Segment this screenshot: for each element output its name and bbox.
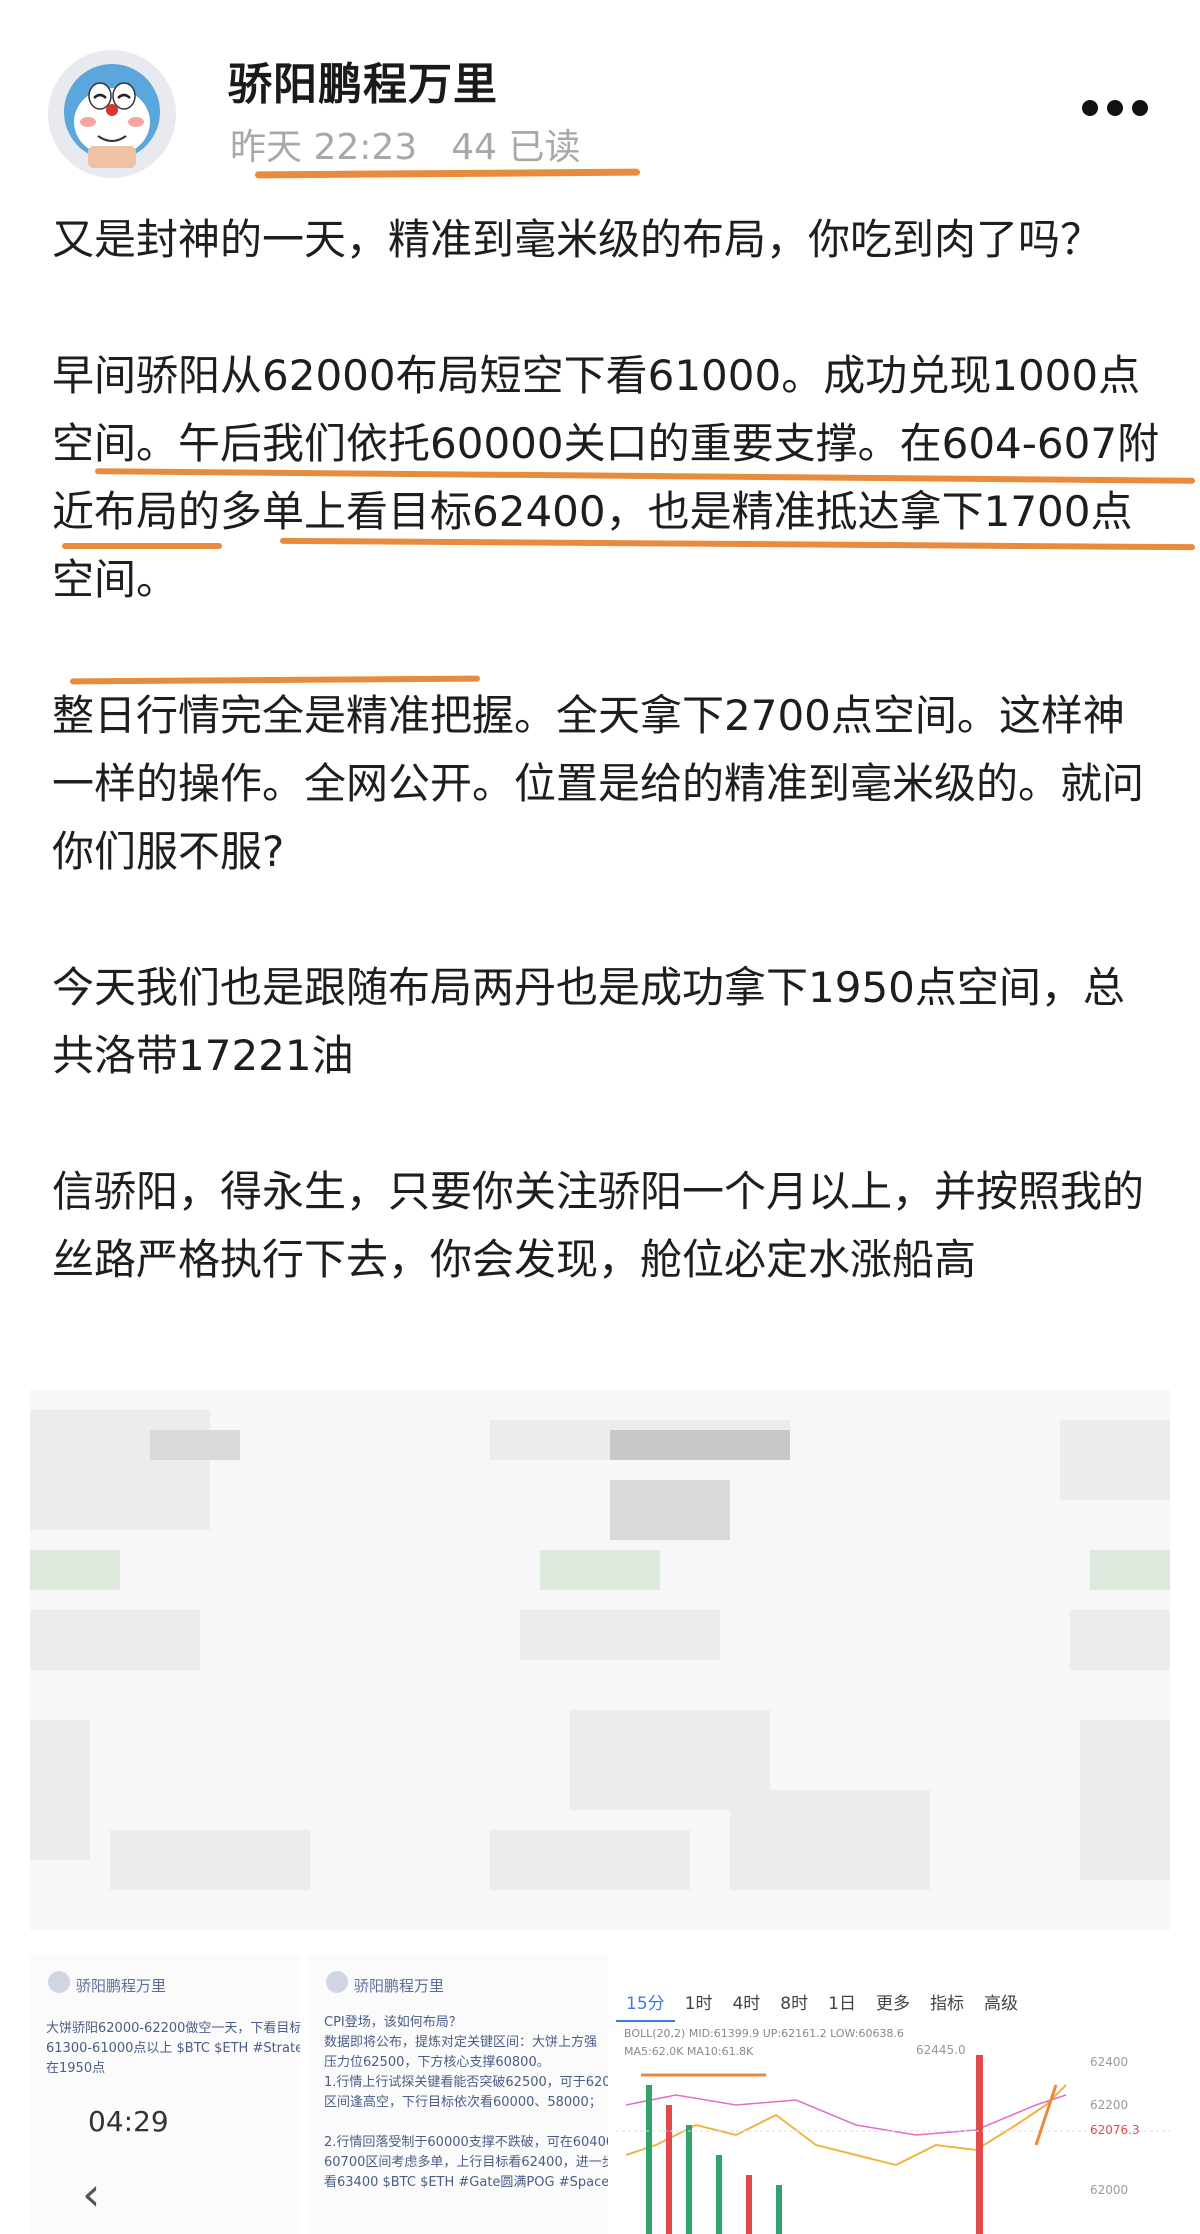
blurred-block [610, 1480, 730, 1540]
blurred-block [490, 1830, 690, 1890]
thumb-text-line: 数据即将公布，提炼对定关键区间：大饼上方强 [324, 2035, 598, 2050]
thumb-text-line: 60700区间考虑多单，上行目标看62400，进一步 [324, 2155, 608, 2170]
blurred-block [1090, 1550, 1170, 1590]
thumb-text-line: 看63400 $BTC $ETH #Gate圆满POG #SpaceX [324, 2175, 608, 2190]
candle [746, 2175, 752, 2234]
video-time: 04:29 [88, 2105, 169, 2138]
avatar [326, 1971, 348, 1993]
read-count: 44 已读 [451, 127, 581, 168]
thumb-text-line: 61300-61000点以上 $BTC $ETH #Strategy做短线 [46, 2041, 300, 2056]
author-name[interactable]: 骄阳鹏程万里 [228, 48, 498, 112]
thumb-text-line: 压力位62500，下方核心支撑60800。 [324, 2055, 550, 2070]
candle [666, 2105, 672, 2234]
blurred-block [150, 1430, 240, 1460]
thumb-text-line: 2.行情回落受制于60000支撑不跌破，可在60400- [324, 2135, 608, 2150]
post-header: 骄阳鹏程万里 昨天 22:23 44 已读 [0, 0, 1200, 180]
candle [776, 2185, 782, 2234]
blurred-block [540, 1550, 660, 1590]
post-time: 昨天 22:23 [230, 127, 418, 168]
thumb-text-line: 1.行情上行试探关键看能否突破62500，可于62080 [324, 2075, 608, 2090]
image-thumbnails: 骄阳鹏程万里 大饼骄阳62000-62200做空一天，下看目标 61300-61… [30, 1955, 1170, 2234]
blurred-block [610, 1430, 790, 1460]
blurred-block [1080, 1720, 1170, 1880]
blurred-block [1060, 1420, 1170, 1500]
price-label: 62200 [1090, 2098, 1129, 2112]
blurred-block [30, 1610, 200, 1670]
price-label: 62000 [1090, 2183, 1129, 2197]
thumbnail-3-chart[interactable]: 15分 1时 4时 8时 1日 更多 指标 高级 BOLL(20,2) MID:… [616, 1955, 1170, 2234]
more-options-button[interactable] [1082, 100, 1152, 124]
current-price-label: 62076.3 [1090, 2123, 1140, 2137]
thumb-author: 骄阳鹏程万里 [354, 1977, 445, 1995]
highlight-underline [62, 543, 222, 549]
blurred-block [1070, 1610, 1170, 1670]
doraemon-avatar-icon [48, 50, 176, 178]
blurred-block [30, 1720, 90, 1860]
highlight-underline [254, 168, 641, 179]
thumbnail-1[interactable]: 骄阳鹏程万里 大饼骄阳62000-62200做空一天，下看目标 61300-61… [30, 1955, 300, 2234]
dot-icon [1107, 100, 1123, 116]
candle [976, 2055, 983, 2234]
thumb-author: 骄阳鹏程万里 [76, 1977, 167, 1995]
post-body: 又是封神的一天，精准到毫米级的布局，你吃到肉了吗？ 早间骄阳从62000布局短空… [52, 206, 1162, 1362]
blurred-block [30, 1550, 120, 1590]
blurred-image-grid [30, 1390, 1170, 1930]
peak-label: 62445.0 [916, 2043, 966, 2057]
blurred-block [30, 1410, 210, 1530]
avatar[interactable] [48, 50, 176, 178]
thumb-text-line: 在1950点 [46, 2061, 106, 2076]
thumbnail-2[interactable]: 骄阳鹏程万里 CPI登场，该如何布局？ 数据即将公布，提炼对定关键区间：大饼上方… [308, 1955, 608, 2234]
dot-icon [1132, 100, 1148, 116]
candle [716, 2155, 722, 2234]
blurred-block [520, 1610, 720, 1660]
price-label: 62400 [1090, 2055, 1129, 2069]
avatar [48, 1971, 70, 1993]
blurred-block [730, 1790, 930, 1890]
thumb-text-line: 区间逢高空，下行目标依次看60000、58000； [324, 2095, 602, 2110]
thumb-text-line: CPI登场，该如何布局？ [324, 2015, 462, 2030]
post-meta: 昨天 22:23 44 已读 [230, 118, 614, 170]
chevron-left-icon[interactable]: ‹ [82, 2167, 100, 2221]
post-paragraph: 又是封神的一天，精准到毫米级的布局，你吃到肉了吗？ [52, 215, 1103, 264]
post-paragraph: 今天我们也是跟随布局两丹也是成功拿下1950点空间，总共洛带17221油 [52, 963, 1125, 1080]
thumb-text-line: 大饼骄阳62000-62200做空一天，下看目标 [46, 2021, 300, 2036]
trend-arrow [1034, 2084, 1058, 2146]
blurred-block [110, 1830, 310, 1890]
candlestick-chart [616, 2055, 1170, 2234]
post-paragraph: 整日行情完全是精准把握。全天拿下2700点空间。这样神一样的操作。全网公开。位置… [52, 691, 1145, 876]
candle [686, 2125, 692, 2234]
dot-icon [1082, 100, 1098, 116]
post-paragraph: 信骄阳，得永生，只要你关注骄阳一个月以上，并按照我的丝路严格执行下去，你会发现，… [52, 1167, 1145, 1284]
candle [646, 2085, 652, 2234]
